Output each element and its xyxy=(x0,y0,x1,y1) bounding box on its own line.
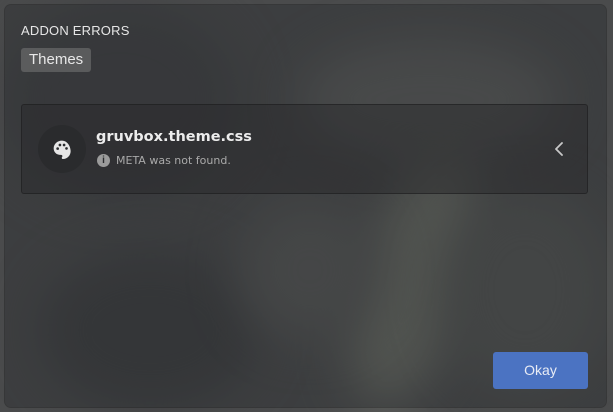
addon-name: gruvbox.theme.css xyxy=(96,129,252,145)
tab-themes[interactable]: Themes xyxy=(21,48,92,72)
addon-errors-modal: ADDON ERRORS Themes gruvbox.theme.css i … xyxy=(5,5,606,407)
error-message-row: i META was not found. xyxy=(97,154,231,167)
chevron-left-icon[interactable] xyxy=(552,141,566,157)
addon-error-item[interactable]: gruvbox.theme.css i META was not found. xyxy=(21,104,588,194)
info-icon: i xyxy=(97,154,110,167)
okay-button[interactable]: Okay xyxy=(493,352,588,389)
error-message: META was not found. xyxy=(116,154,231,167)
palette-icon xyxy=(38,125,86,173)
modal-title: ADDON ERRORS xyxy=(21,23,130,38)
